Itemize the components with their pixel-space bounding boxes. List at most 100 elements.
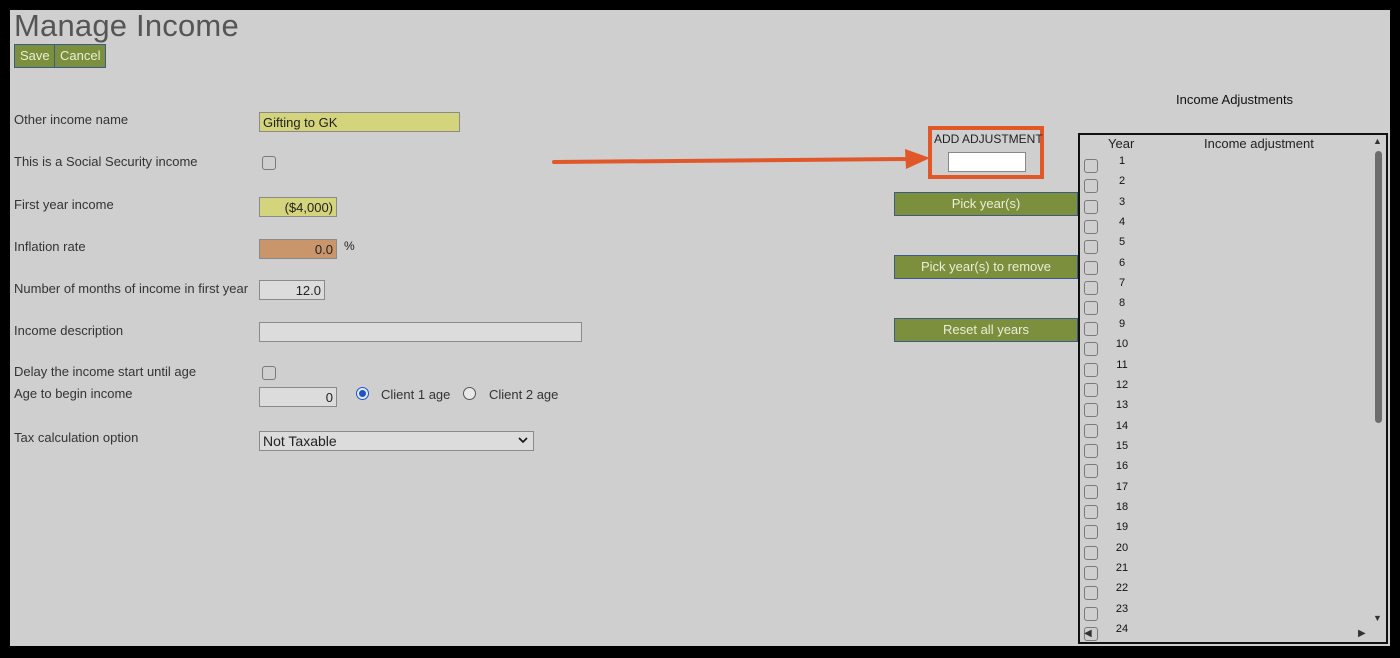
months-input[interactable] [259,280,325,300]
table-row: 17 [1080,481,1370,501]
tax-option-label: Tax calculation option [14,430,139,445]
year-row-checkbox[interactable] [1084,464,1098,479]
tax-option-value: Not Taxable [263,433,337,449]
year-row-checkbox[interactable] [1084,443,1098,458]
table-row: 19 [1080,521,1370,541]
table-row: 18 [1080,501,1370,521]
column-header-income-adjustment: Income adjustment [1204,136,1314,151]
year-cell: 10 [1115,338,1129,351]
table-row: 5 [1080,236,1370,256]
year-row-checkbox[interactable] [1084,260,1098,275]
year-cell: 23 [1115,602,1129,615]
year-cell: 1 [1118,155,1126,167]
vertical-scrollbar[interactable]: ▲ ▼ [1372,135,1386,627]
year-row-checkbox[interactable] [1084,281,1098,296]
delay-start-checkbox[interactable] [262,366,276,380]
year-cell: 12 [1115,378,1129,391]
pick-years-remove-button[interactable]: Pick year(s) to remove [894,255,1078,279]
table-row: 6 [1080,257,1370,277]
social-security-checkbox[interactable] [262,156,276,170]
income-description-input[interactable] [259,322,582,342]
year-row-checkbox[interactable] [1084,525,1098,540]
column-header-year: Year [1108,136,1135,151]
year-row-checkbox[interactable] [1084,566,1098,580]
year-cell: 9 [1118,317,1126,330]
year-row-checkbox[interactable] [1084,179,1098,194]
year-cell: 4 [1118,216,1126,229]
year-row-checkbox[interactable] [1084,220,1098,235]
add-adjustment-label: ADD ADJUSTMENT [934,132,1043,146]
year-row-checkbox[interactable] [1084,423,1098,438]
year-row-checkbox[interactable] [1084,403,1098,418]
add-adjustment-box: ADD ADJUSTMENT [928,126,1044,179]
table-row: 1 [1080,155,1370,175]
add-adjustment-input[interactable] [948,152,1026,172]
year-row-checkbox[interactable] [1084,199,1098,214]
horizontal-scrollbar[interactable]: ◀ ▶ [1080,628,1372,642]
client2-age-radio[interactable] [463,387,476,400]
year-cell: 11 [1116,358,1128,371]
reset-all-years-button[interactable]: Reset all years [894,318,1078,342]
client1-age-radio[interactable] [356,387,369,400]
year-cell: 14 [1115,419,1129,432]
scroll-left-icon[interactable]: ◀ [1084,628,1092,639]
year-row-checkbox[interactable] [1084,484,1098,499]
table-row: 14 [1080,420,1370,440]
scroll-down-icon[interactable]: ▼ [1373,613,1382,623]
inflation-rate-label: Inflation rate [14,239,86,254]
year-row-checkbox[interactable] [1084,504,1098,519]
client2-age-label: Client 2 age [489,387,559,402]
cancel-button[interactable]: Cancel [54,44,107,68]
year-cell: 2 [1118,175,1126,188]
table-row: 22 [1080,582,1370,602]
scrollbar-thumb[interactable] [1375,151,1382,423]
scroll-up-icon[interactable]: ▲ [1373,136,1382,146]
year-row-checkbox[interactable] [1084,362,1098,377]
year-cell: 13 [1115,399,1129,412]
table-row: 3 [1080,196,1370,216]
table-row: 21 [1080,562,1370,582]
table-row: 12 [1080,379,1370,399]
income-adjustments-title: Income Adjustments [1176,92,1294,107]
year-row-checkbox[interactable] [1084,545,1098,560]
year-row-checkbox[interactable] [1084,382,1098,397]
year-cell: 6 [1118,256,1126,269]
tax-option-select[interactable]: Not Taxable [259,431,534,451]
year-row-checkbox[interactable] [1084,321,1098,336]
pick-years-button[interactable]: Pick year(s) [894,192,1078,216]
months-label: Number of months of income in first year [14,281,249,296]
year-cell: 7 [1118,277,1126,290]
social-security-label: This is a Social Security income [14,154,198,169]
age-begin-input[interactable] [259,387,337,407]
page-title: Manage Income [14,10,239,43]
year-row-checkbox[interactable] [1084,159,1098,173]
year-cell: 17 [1115,480,1129,493]
year-row-checkbox[interactable] [1084,586,1098,601]
year-cell: 3 [1118,195,1126,208]
year-cell: 19 [1115,521,1129,534]
manage-income-window: Manage Income Save Cancel Other income n… [10,10,1390,646]
save-button[interactable]: Save [14,44,56,68]
scroll-right-icon[interactable]: ▶ [1358,628,1366,639]
delay-start-label: Delay the income start until age [14,364,197,379]
table-row: 13 [1080,399,1370,419]
table-row: 20 [1080,542,1370,562]
year-cell: 18 [1115,500,1129,513]
year-cell: 21 [1115,562,1129,574]
year-row-checkbox[interactable] [1084,301,1098,316]
year-row-checkbox[interactable] [1084,342,1098,357]
arrow-annotation-icon [552,149,930,169]
year-row-checkbox[interactable] [1084,240,1098,255]
table-row: 15 [1080,440,1370,460]
other-income-name-input[interactable] [259,112,460,132]
table-row: 8 [1080,297,1370,317]
year-cell: 20 [1115,541,1129,554]
inflation-rate-input[interactable] [259,239,337,259]
first-year-income-label: First year income [14,197,114,212]
age-begin-label: Age to begin income [14,386,133,401]
first-year-income-input[interactable] [259,197,337,217]
year-cell: 16 [1115,460,1129,473]
year-row-checkbox[interactable] [1084,606,1098,621]
table-row: 10 [1080,338,1370,358]
table-row: 23 [1080,603,1370,623]
